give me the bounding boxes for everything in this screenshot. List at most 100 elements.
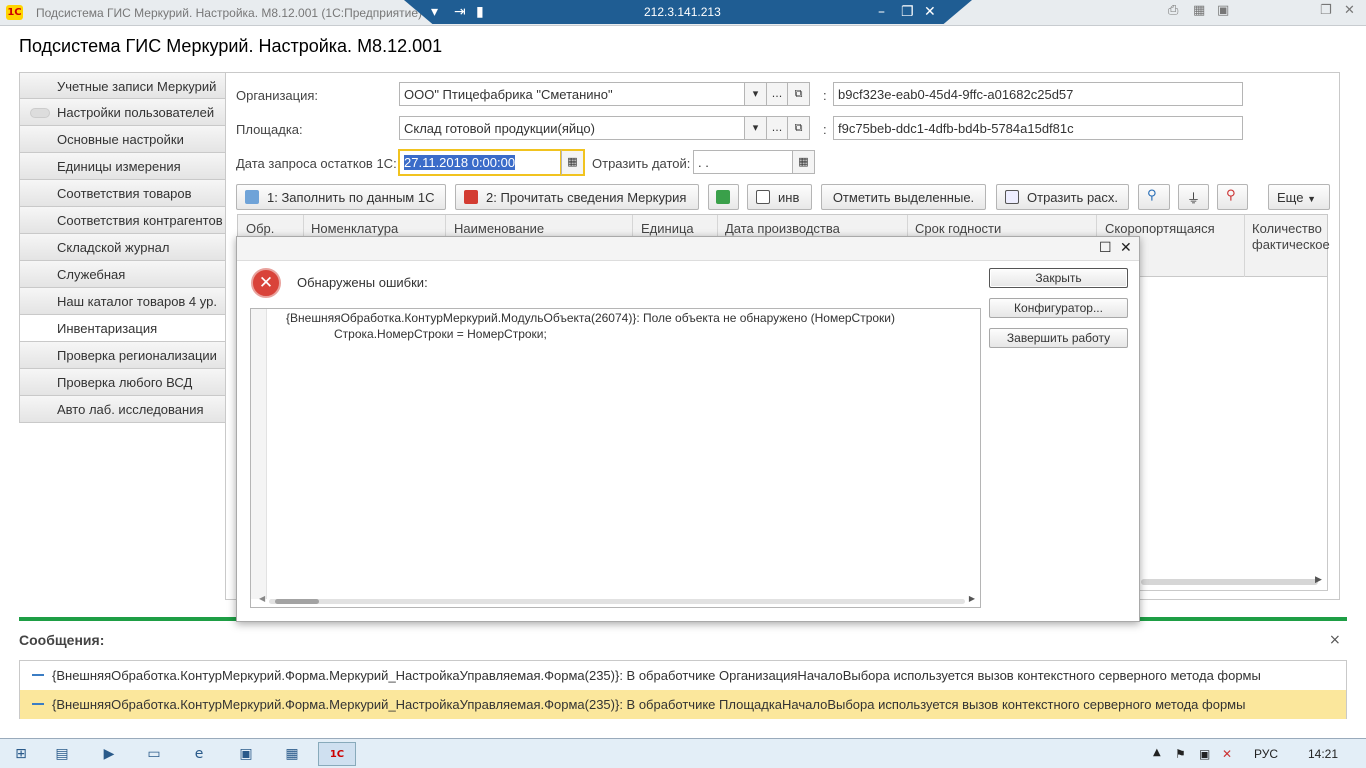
col-production-date[interactable]: Дата производства (725, 221, 840, 236)
code-horizontal-scrollbar[interactable]: ◀ ▶ (257, 594, 977, 605)
chevron-down-icon[interactable]: ▾ (744, 82, 767, 106)
calendar-icon[interactable]: ▦ (792, 150, 815, 174)
date-input[interactable]: 27.11.2018 0:00:00 (398, 149, 562, 176)
window-close-icon[interactable]: ✕ (1344, 3, 1355, 18)
clear-search-icon[interactable]: ⚲ (1217, 184, 1248, 210)
powershell-icon[interactable]: ▶ (90, 742, 128, 766)
message-item[interactable]: {ВнешняяОбработка.КонтурМеркурий.Форма.М… (20, 661, 1346, 690)
mark-selected-button[interactable]: Отметить выделенные. (821, 184, 986, 210)
col-expiry[interactable]: Срок годности (915, 221, 1001, 236)
flag-icon[interactable]: ⚑ (1175, 747, 1186, 761)
chevron-right-icon[interactable]: ▶ (1315, 574, 1322, 585)
sidebar-item-user-settings[interactable]: Настройки пользователей (19, 99, 226, 126)
fill-1c-button[interactable]: 1: Заполнить по данным 1С (236, 184, 446, 210)
sidebar-item-label: Проверка регионализации (57, 348, 217, 363)
rdp-minimize-icon[interactable]: – (878, 2, 885, 22)
maximize-icon[interactable]: ☐ (1099, 240, 1112, 256)
site-input[interactable]: Склад готовой продукции(яйцо) (399, 116, 745, 140)
sidebar-item-counterparty-mapping[interactable]: Соответствия контрагентов (19, 207, 226, 234)
fill-1c-label: 1: Заполнить по данным 1С (267, 190, 435, 205)
message-item[interactable]: {ВнешняяОбработка.КонтурМеркурий.Форма.М… (20, 690, 1346, 719)
network-icon[interactable]: ▣ (1199, 747, 1210, 761)
colon-label: : (823, 122, 827, 137)
sidebar-item-inventory[interactable]: Инвентаризация (19, 315, 226, 342)
configurator-button[interactable]: Конфигуратор... (989, 298, 1128, 318)
rdp-close-icon[interactable]: ✕ (924, 2, 936, 22)
print-icon[interactable]: ⎙ (1168, 3, 1178, 18)
folder-icon[interactable]: ▭ (135, 742, 173, 766)
server-manager-icon[interactable]: ▤ (43, 742, 81, 766)
sidebar-item-warehouse-log[interactable]: Складской журнал (19, 234, 226, 261)
read-mercury-button[interactable]: 2: Прочитать сведения Меркурия (455, 184, 699, 210)
dash-icon (32, 674, 44, 676)
rdp-restore-icon[interactable]: ❐ (901, 2, 914, 22)
copy-icon (756, 190, 770, 204)
check-all-button[interactable] (708, 184, 739, 210)
calendar-icon[interactable]: ▣ (1217, 3, 1229, 18)
reflect-date-label: Отразить датой: (592, 156, 691, 171)
error-icon: ✕ (251, 268, 281, 298)
org-input[interactable]: ООО" Птицефабрика "Сметанино" (399, 82, 745, 106)
sidebar-item-lab-research[interactable]: Авто лаб. исследования (19, 396, 226, 423)
exit-button[interactable]: Завершить работу (989, 328, 1128, 348)
taskbar: ⊞ ▤ ▶ ▭ e ▣ ▦ 1С ▲ ⚑ ▣ ✕ РУС 14:21 (0, 738, 1366, 768)
inv-button[interactable]: инв (747, 184, 812, 210)
org-guid-field[interactable]: b9cf323e-eab0-45d4-9ffc-a01682c25d57 (833, 82, 1243, 106)
sidebar-item-check-vsd[interactable]: Проверка любого ВСД (19, 369, 226, 396)
col-nomenclature[interactable]: Номенклатура (311, 221, 398, 236)
chevron-right-icon[interactable]: ▶ (969, 594, 975, 603)
sidebar-item-catalog[interactable]: Наш каталог товаров 4 ур. (19, 288, 226, 315)
sidebar-item-units[interactable]: Единицы измерения (19, 153, 226, 180)
grid-horizontal-scrollbar[interactable] (1141, 579, 1318, 585)
close-button[interactable]: Закрыть (989, 268, 1128, 288)
close-icon[interactable]: ✕ (1120, 240, 1132, 256)
sidebar-item-main-settings[interactable]: Основные настройки (19, 126, 226, 153)
reflect-date-input[interactable]: . . (693, 150, 793, 174)
browser-icon[interactable]: e (180, 742, 218, 766)
keyboard-language[interactable]: РУС (1254, 747, 1278, 761)
sidebar-item-label: Наш каталог товаров 4 ур. (57, 294, 217, 309)
chevron-down-icon[interactable]: ▾ (431, 2, 438, 22)
dialog-message: Обнаружены ошибки: (297, 275, 428, 290)
open-icon[interactable]: ⧉ (787, 82, 810, 106)
window-restore-icon[interactable]: ❐ (1320, 3, 1332, 18)
sidebar-item-service[interactable]: Служебная (19, 261, 226, 288)
signal-icon: ▮ (476, 4, 484, 20)
sidebar-item-label: Складской журнал (57, 240, 170, 255)
col-unit[interactable]: Единица (641, 221, 694, 236)
site-label: Площадка: (236, 122, 303, 137)
tray-arrow-icon[interactable]: ▲ (1153, 747, 1161, 758)
col-perishable[interactable]: Скоропортящаяся (1105, 221, 1215, 236)
scrollbar-thumb[interactable] (275, 599, 319, 604)
clock[interactable]: 14:21 (1308, 747, 1338, 761)
site-choose-button[interactable]: ... (766, 116, 788, 140)
filter-icon[interactable]: ⏚ (1178, 184, 1209, 210)
col-name[interactable]: Наименование (454, 221, 544, 236)
more-button[interactable]: Еще ▼ (1268, 184, 1330, 210)
save-icon[interactable]: ▣ (227, 742, 265, 766)
search-icon[interactable]: ⚲ (1138, 184, 1170, 210)
site-guid-field[interactable]: f9c75beb-ddc1-4dfb-bd4b-5784a15df81c (833, 116, 1243, 140)
col-actual-qty[interactable]: Количество фактическое (1252, 221, 1330, 253)
sidebar-item-accounts[interactable]: Учетные записи Меркурий (19, 72, 226, 99)
open-icon[interactable]: ⧉ (787, 116, 810, 140)
close-icon[interactable]: × (1329, 632, 1341, 648)
reflect-expense-button[interactable]: Отразить расх. (996, 184, 1129, 210)
pin-icon[interactable]: ⇥ (454, 2, 466, 22)
volume-muted-icon[interactable]: ✕ (1222, 747, 1232, 761)
start-windows-icon[interactable]: ⊞ (2, 742, 40, 766)
error-details-text[interactable]: {ВнешняяОбработка.КонтурМеркурий.МодульО… (250, 308, 981, 608)
org-label: Организация: (236, 88, 319, 103)
col-processed[interactable]: Обр. (246, 221, 274, 236)
calculator-icon[interactable]: ▦ (1193, 3, 1205, 18)
app-1c-taskbar-icon[interactable]: 1С (318, 742, 356, 766)
page-title: Подсистема ГИС Меркурий. Настройка. М8.1… (19, 36, 443, 56)
sidebar-item-goods-mapping[interactable]: Соответствия товаров (19, 180, 226, 207)
calendar-icon[interactable]: ▦ (561, 149, 585, 176)
org-choose-button[interactable]: ... (766, 82, 788, 106)
sidebar-item-regionalization[interactable]: Проверка регионализации (19, 342, 226, 369)
calculator-icon[interactable]: ▦ (273, 742, 311, 766)
chevron-left-icon[interactable]: ◀ (259, 594, 265, 603)
date-value: 27.11.2018 0:00:00 (404, 155, 516, 170)
chevron-down-icon[interactable]: ▾ (744, 116, 767, 140)
